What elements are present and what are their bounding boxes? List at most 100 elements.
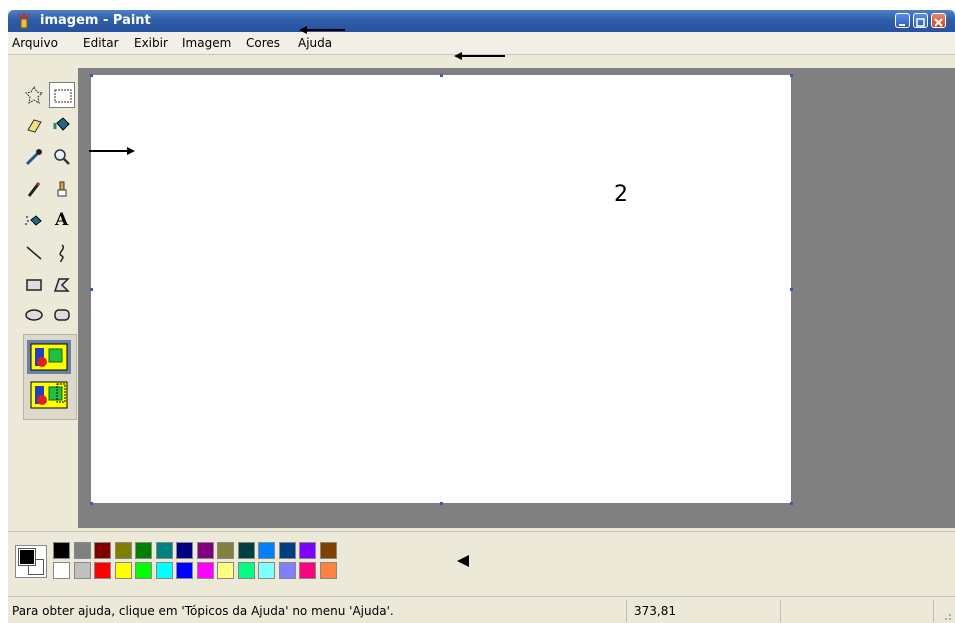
opaque-background-option-icon — [30, 343, 68, 371]
annotation-number: 2 — [614, 182, 628, 207]
menu-imagem[interactable]: Imagem — [182, 36, 231, 50]
curve-icon — [59, 244, 65, 263]
color-swatch[interactable] — [73, 542, 91, 559]
color-picker-icon — [25, 149, 42, 166]
close-icon — [934, 18, 943, 27]
ellipse-icon — [25, 309, 43, 321]
transparent-background-option-icon — [30, 381, 68, 409]
toolbox: A — [14, 68, 77, 528]
color-picker-tool[interactable] — [21, 144, 47, 170]
rounded-rect-tool[interactable] — [49, 302, 75, 328]
polygon-icon — [53, 278, 70, 292]
color-swatch[interactable] — [299, 562, 316, 579]
color-swatch[interactable] — [278, 562, 296, 579]
status-help-text: Para obter ajuda, clique em 'Tópicos da … — [12, 604, 394, 618]
menu-arquivo[interactable]: Arquivo — [12, 36, 58, 50]
annotation-arrow-left — [457, 555, 469, 567]
magnifier-tool[interactable] — [49, 144, 75, 170]
eraser-tool[interactable] — [21, 112, 47, 138]
color-swatch[interactable] — [53, 542, 70, 559]
menu-exibir[interactable]: Exibir — [134, 36, 168, 50]
color-swatch[interactable] — [196, 562, 214, 579]
resize-handle — [90, 502, 93, 505]
status-separator — [626, 600, 627, 622]
status-bar: Para obter ajuda, clique em 'Tópicos da … — [8, 596, 955, 623]
eraser-icon — [27, 119, 42, 133]
title-bar[interactable]: imagem - Paint — [8, 10, 955, 32]
line-icon — [26, 246, 42, 260]
color-swatch[interactable] — [278, 542, 296, 559]
status-separator — [933, 600, 934, 622]
menu-cores[interactable]: Cores — [246, 36, 280, 50]
magnifier-icon — [54, 149, 70, 165]
menu-ajuda[interactable]: Ajuda — [298, 36, 332, 50]
maximize-button[interactable] — [913, 13, 928, 28]
color-palette — [8, 531, 955, 592]
drawing-canvas[interactable] — [91, 75, 791, 503]
color-swatch[interactable] — [135, 542, 152, 559]
color-swatch[interactable] — [258, 542, 275, 559]
rounded-rect-icon — [54, 309, 70, 321]
cursor-coordinates: 373,81 — [634, 604, 676, 618]
color-swatch[interactable] — [237, 542, 255, 559]
resize-handle — [790, 74, 793, 77]
color-swatch[interactable] — [53, 562, 70, 579]
paint-app-icon — [18, 13, 30, 29]
pencil-tool[interactable] — [21, 176, 47, 202]
close-button[interactable] — [931, 13, 946, 28]
text-icon: A — [55, 210, 69, 230]
resize-grip-icon[interactable] — [940, 609, 952, 621]
color-swatch[interactable] — [319, 542, 337, 559]
resize-handle — [90, 288, 93, 291]
color-swatch[interactable] — [94, 562, 111, 579]
color-swatch[interactable] — [176, 542, 193, 559]
resize-handle — [440, 74, 443, 77]
color-swatch[interactable] — [135, 562, 152, 579]
airbrush-tool[interactable] — [21, 208, 47, 234]
color-swatch[interactable] — [94, 542, 111, 559]
curve-tool[interactable] — [49, 240, 75, 266]
color-swatch[interactable] — [196, 542, 214, 559]
rect-select-tool[interactable] — [49, 82, 75, 108]
color-swatch[interactable] — [155, 542, 173, 559]
status-separator — [780, 600, 781, 622]
text-tool[interactable]: A — [49, 208, 75, 234]
brush-icon — [57, 181, 67, 197]
airbrush-icon — [25, 215, 42, 226]
current-colors-box — [15, 545, 47, 578]
annotation-arrow-right — [89, 147, 135, 155]
rect-select-icon — [54, 89, 72, 103]
line-tool[interactable] — [21, 240, 47, 266]
color-swatch[interactable] — [217, 542, 234, 559]
menu-editar[interactable]: Editar — [83, 36, 119, 50]
annotation-arrow-left — [454, 52, 505, 60]
pencil-icon — [27, 181, 41, 197]
minimize-icon — [899, 24, 905, 26]
color-swatch[interactable] — [176, 562, 193, 579]
color-swatch[interactable] — [114, 562, 132, 579]
polygon-tool[interactable] — [49, 272, 75, 298]
rectangle-icon — [26, 279, 42, 291]
resize-handle-right[interactable] — [790, 288, 793, 291]
free-form-select-tool[interactable] — [21, 82, 47, 108]
opaque-background-option[interactable] — [27, 340, 71, 374]
fill-bucket-tool[interactable] — [49, 112, 75, 138]
color-swatch[interactable] — [258, 562, 275, 579]
window-title: imagem - Paint — [40, 13, 151, 28]
color-swatch[interactable] — [73, 562, 91, 579]
annotation-arrow-left — [299, 26, 345, 34]
transparent-background-option[interactable] — [27, 378, 71, 412]
canvas-scroll-area — [78, 68, 955, 528]
rectangle-tool[interactable] — [21, 272, 47, 298]
brush-tool[interactable] — [49, 176, 75, 202]
color-swatch[interactable] — [319, 562, 337, 579]
color-swatch[interactable] — [217, 562, 234, 579]
resize-handle-corner[interactable] — [790, 502, 793, 505]
color-swatch[interactable] — [237, 562, 255, 579]
ellipse-tool[interactable] — [21, 302, 47, 328]
minimize-button[interactable] — [895, 13, 910, 28]
resize-handle-bottom[interactable] — [440, 502, 443, 505]
color-swatch[interactable] — [299, 542, 316, 559]
color-swatch[interactable] — [114, 542, 132, 559]
color-swatch[interactable] — [155, 562, 173, 579]
